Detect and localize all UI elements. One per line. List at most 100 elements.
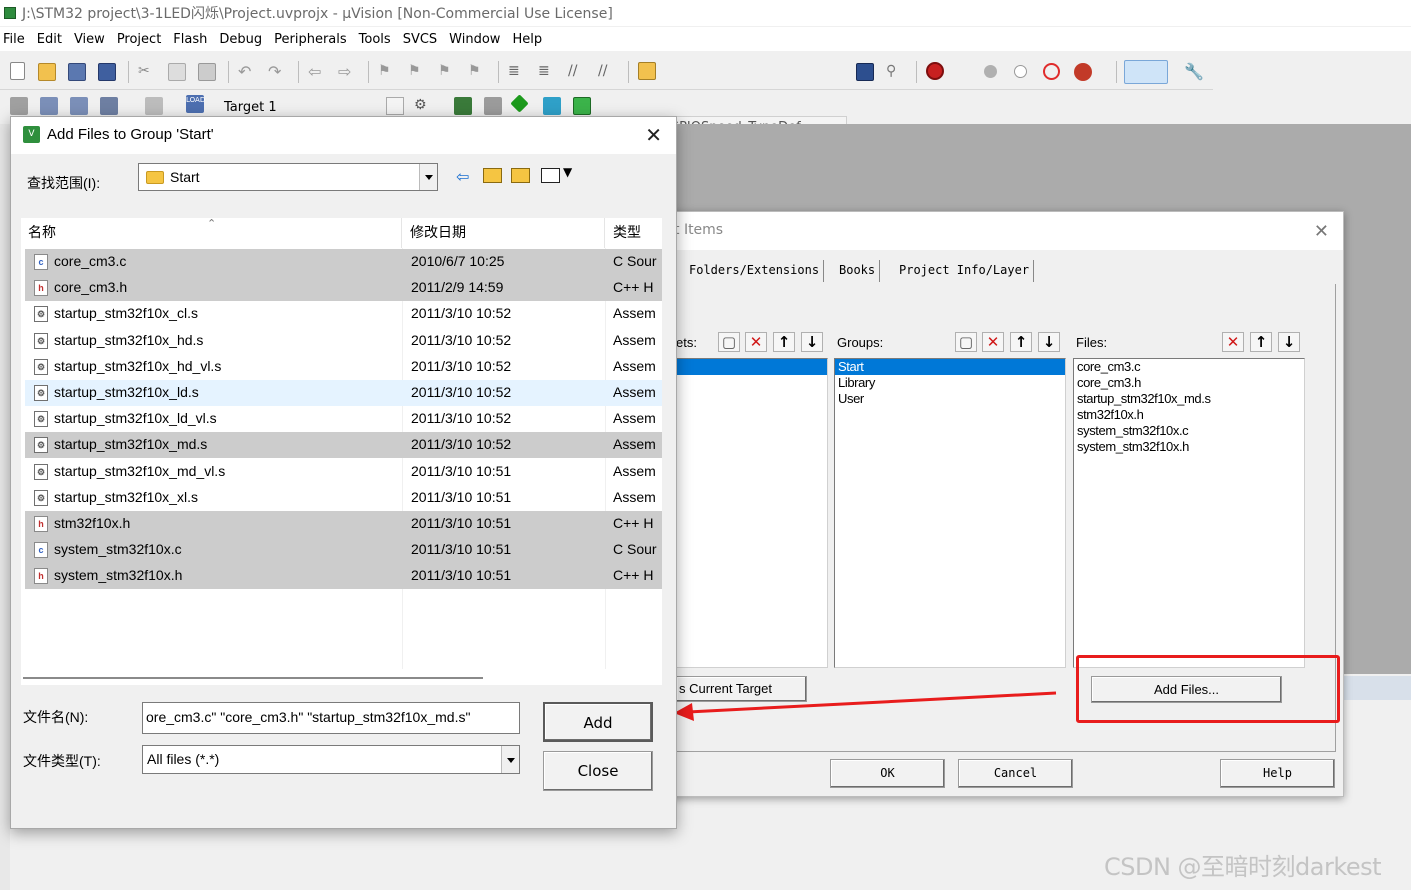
find-icon[interactable] [856, 63, 874, 81]
select-software-packs-icon[interactable] [543, 97, 561, 115]
batch-build-icon[interactable] [100, 97, 118, 115]
list-item-group[interactable]: Library [835, 375, 1065, 391]
file-extensions-icon[interactable] [484, 97, 502, 115]
horizontal-scrollbar[interactable] [21, 669, 662, 685]
table-row[interactable]: ⚙ startup_stm32f10x_ld.s 2011/3/10 10:52 As… [25, 380, 662, 406]
list-item-target[interactable] [677, 359, 827, 375]
menu-item-debug[interactable]: Debug [216, 32, 271, 47]
delete-target-icon[interactable]: ✕ [745, 332, 767, 352]
menu-item-edit[interactable]: Edit [34, 32, 71, 47]
build-icon[interactable] [40, 97, 58, 115]
debug-session-icon[interactable] [926, 62, 944, 80]
menu-item-peripherals[interactable]: Peripherals [271, 32, 356, 47]
cancel-button[interactable]: Cancel [958, 759, 1073, 788]
breakpoint-icon[interactable] [984, 65, 997, 78]
move-target-down-icon[interactable]: ↓ [801, 332, 823, 352]
manage-project-items-icon[interactable] [454, 97, 472, 115]
incremental-find-icon[interactable]: ⚲ [886, 63, 904, 81]
help-button[interactable]: Help [1220, 759, 1335, 788]
table-row[interactable]: h stm32f10x.h 2011/3/10 10:51 C++ H [25, 511, 662, 537]
table-row[interactable]: ⚙ startup_stm32f10x_hd_vl.s 2011/3/10 10:5… [25, 354, 662, 380]
menu-item-project[interactable]: Project [114, 32, 170, 47]
close-button[interactable]: Close [543, 751, 653, 791]
next-bookmark-icon[interactable]: ⚑ [438, 63, 456, 81]
table-row[interactable]: ⚙ startup_stm32f10x_md.s 2011/3/10 10:52 As… [25, 432, 662, 459]
translate-icon[interactable] [10, 97, 28, 115]
stop-build-icon[interactable] [145, 97, 163, 115]
target-combobox[interactable]: Target 1 [224, 100, 277, 115]
filename-input[interactable]: ore_cm3.c" "core_cm3.h" "startup_stm32f1… [142, 702, 520, 734]
menu-item-help[interactable]: Help [509, 32, 551, 47]
chevron-down-icon[interactable] [419, 164, 437, 190]
new-folder-icon[interactable] [511, 168, 530, 183]
table-row[interactable]: ⚙ startup_stm32f10x_cl.s 2011/3/10 10:52 As… [25, 301, 662, 327]
chevron-down-icon[interactable]: ▼ [563, 165, 572, 179]
undo-icon[interactable]: ↶ [238, 62, 256, 81]
target-options-icon[interactable]: ⚙ [414, 97, 432, 115]
indent-icon[interactable]: ≣ [508, 63, 526, 81]
targets-list[interactable] [676, 358, 828, 668]
column-header-date[interactable]: 修改日期 [403, 218, 605, 248]
debug-options-icon[interactable] [1074, 63, 1092, 81]
disable-breakpoint-icon[interactable] [1014, 65, 1027, 78]
add-button[interactable]: Add [543, 702, 653, 742]
tab-books[interactable]: Books [835, 260, 881, 282]
new-group-icon[interactable]: ▢ [955, 332, 977, 352]
window-layout-icon[interactable] [1124, 60, 1168, 84]
list-item-file[interactable]: startup_stm32f10x_md.s [1074, 391, 1304, 407]
menu-item-tools[interactable]: Tools [356, 32, 400, 47]
move-group-down-icon[interactable]: ↓ [1038, 332, 1060, 352]
menu-item-svcs[interactable]: SVCS [400, 32, 446, 47]
manage-run-time-icon[interactable] [510, 94, 529, 113]
redo-icon[interactable]: ↷ [268, 62, 286, 81]
copy-icon[interactable] [168, 63, 186, 81]
paste-icon[interactable] [198, 63, 216, 81]
cut-icon[interactable]: ✂ [138, 63, 156, 81]
open-file-icon[interactable] [38, 63, 56, 81]
list-item-file[interactable]: core_cm3.h [1074, 375, 1304, 391]
menu-item-file[interactable]: File [0, 32, 34, 47]
filetype-combobox[interactable]: All files (*.*) [142, 745, 520, 774]
move-group-up-icon[interactable]: ↑ [1010, 332, 1032, 352]
table-row[interactable]: ⚙ startup_stm32f10x_ld_vl.s 2011/3/10 10:5… [25, 406, 662, 432]
look-in-combobox[interactable]: Start [138, 163, 438, 191]
new-file-icon[interactable] [10, 62, 25, 80]
list-item-group[interactable]: User [835, 391, 1065, 407]
menu-item-flash[interactable]: Flash [170, 32, 216, 47]
list-item-file[interactable]: stm32f10x.h [1074, 407, 1304, 423]
view-menu-icon[interactable] [541, 168, 560, 183]
list-item-file[interactable]: system_stm32f10x.c [1074, 423, 1304, 439]
table-row[interactable]: h core_cm3.h 2011/2/9 14:59 C++ H [25, 275, 662, 302]
list-item-file[interactable]: system_stm32f10x.h [1074, 439, 1304, 455]
close-icon[interactable]: ✕ [645, 123, 662, 147]
find-in-files-icon[interactable] [638, 62, 656, 80]
delete-file-icon[interactable]: ✕ [1222, 332, 1244, 352]
list-item-file[interactable]: core_cm3.c [1074, 359, 1304, 375]
menu-item-window[interactable]: Window [446, 32, 509, 47]
pack-installer-icon[interactable] [573, 97, 591, 115]
tab-project-info-layer[interactable]: Project Info/Layer [895, 260, 1035, 282]
list-item-group[interactable]: Start [835, 359, 1065, 375]
move-file-up-icon[interactable]: ↑ [1250, 332, 1272, 352]
table-row[interactable]: c core_cm3.c 2010/6/7 10:25 C Sour [25, 249, 662, 275]
download-icon[interactable]: LOAD [186, 95, 205, 113]
clear-bookmarks-icon[interactable]: ⚑ [468, 63, 486, 81]
nav-back-icon[interactable]: ⇦ [308, 62, 326, 81]
rebuild-icon[interactable] [70, 97, 88, 115]
group-files-list[interactable]: core_cm3.c core_cm3.h startup_stm32f10x_md… [1073, 358, 1305, 668]
tab-folders-extensions[interactable]: Folders/Extensions [685, 260, 825, 282]
groups-list[interactable]: Start Library User [834, 358, 1066, 668]
configure-icon[interactable]: 🔧 [1184, 62, 1204, 81]
kill-breakpoints-icon[interactable] [1043, 63, 1060, 80]
uncomment-icon[interactable]: // [598, 63, 616, 81]
save-icon[interactable] [68, 63, 86, 81]
column-header-type[interactable]: 类型 [606, 218, 662, 248]
new-target-icon[interactable]: ▢ [718, 332, 740, 352]
table-row[interactable]: ⚙ startup_stm32f10x_hd.s 2011/3/10 10:52 As… [25, 328, 662, 354]
comment-icon[interactable]: // [568, 63, 586, 81]
save-all-icon[interactable] [98, 63, 116, 81]
up-folder-icon[interactable] [483, 168, 502, 183]
close-icon[interactable]: ✕ [1314, 221, 1329, 242]
table-row[interactable]: ⚙ startup_stm32f10x_md_vl.s 2011/3/10 10:5… [25, 459, 662, 485]
table-row[interactable]: h system_stm32f10x.h 2011/3/10 10:51 C++ H [25, 563, 662, 590]
